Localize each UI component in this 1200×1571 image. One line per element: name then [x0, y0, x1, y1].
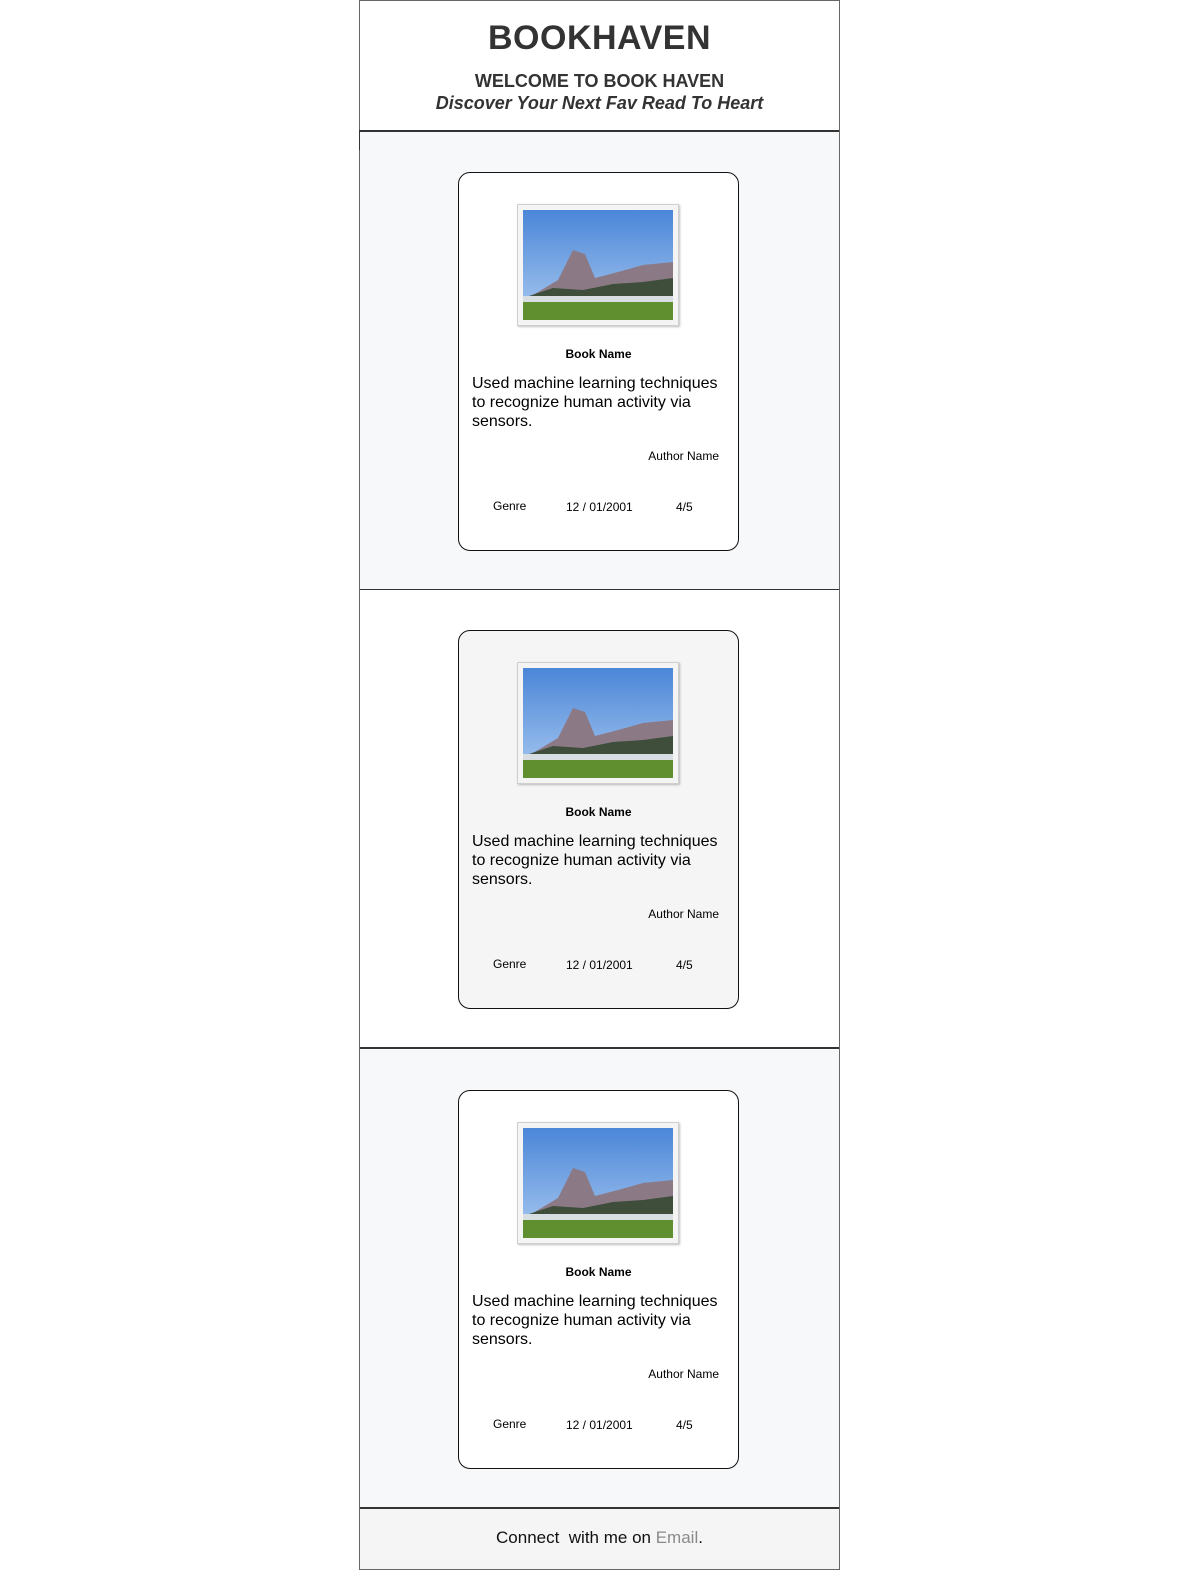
welcome-heading: WELCOME TO BOOK HAVEN [474, 71, 725, 91]
book-name: Book Name [565, 805, 632, 819]
footer-suffix: . [698, 1528, 703, 1547]
book-card[interactable]: Book Name Used machine learning techniqu… [458, 630, 739, 1009]
book-card[interactable]: Book Name Used machine learning techniqu… [458, 172, 739, 551]
site-footer: Connect with me on Email. [360, 1509, 839, 1569]
book-genre: Genre [493, 957, 527, 971]
book-description: Used machine learning techniques to reco… [472, 833, 718, 888]
book-cover-image [517, 204, 679, 326]
footer-prefix: Connect with me on [496, 1528, 656, 1547]
book-genre: Genre [493, 1417, 527, 1431]
book-section-1: Book Name Used machine learning techniqu… [360, 132, 839, 591]
book-rating: 4/5 [676, 958, 693, 972]
site-header: BOOKHAVEN WELCOME TO BOOK HAVEN Discover… [360, 1, 839, 132]
mountain-photo-icon [523, 668, 673, 778]
mountain-photo-icon [523, 210, 673, 320]
book-description: Used machine learning techniques to reco… [472, 375, 718, 430]
site-brand: BOOKHAVEN [488, 19, 711, 57]
book-genre: Genre [493, 499, 527, 513]
book-section-3: Book Name Used machine learning techniqu… [360, 1050, 839, 1509]
book-description: Used machine learning techniques to reco… [472, 1293, 718, 1348]
page-frame: BOOKHAVEN WELCOME TO BOOK HAVEN Discover… [359, 0, 840, 1570]
book-name: Book Name [565, 347, 632, 361]
book-rating: 4/5 [676, 1418, 693, 1432]
book-cover-image [517, 662, 679, 784]
book-date: 12 / 01/2001 [566, 1418, 633, 1432]
email-link[interactable]: Email [656, 1528, 699, 1547]
book-section-2: Book Name Used machine learning techniqu… [360, 590, 839, 1049]
book-date: 12 / 01/2001 [566, 500, 633, 514]
tagline: Discover Your Next Fav Read To Heart [435, 93, 764, 113]
book-rating: 4/5 [676, 500, 693, 514]
author-name: Author Name [648, 449, 719, 463]
book-name: Book Name [565, 1265, 632, 1279]
book-card[interactable]: Book Name Used machine learning techniqu… [458, 1090, 739, 1469]
author-name: Author Name [648, 907, 719, 921]
author-name: Author Name [648, 1367, 719, 1381]
mountain-photo-icon [523, 1128, 673, 1238]
book-date: 12 / 01/2001 [566, 958, 633, 972]
book-cover-image [517, 1122, 679, 1244]
